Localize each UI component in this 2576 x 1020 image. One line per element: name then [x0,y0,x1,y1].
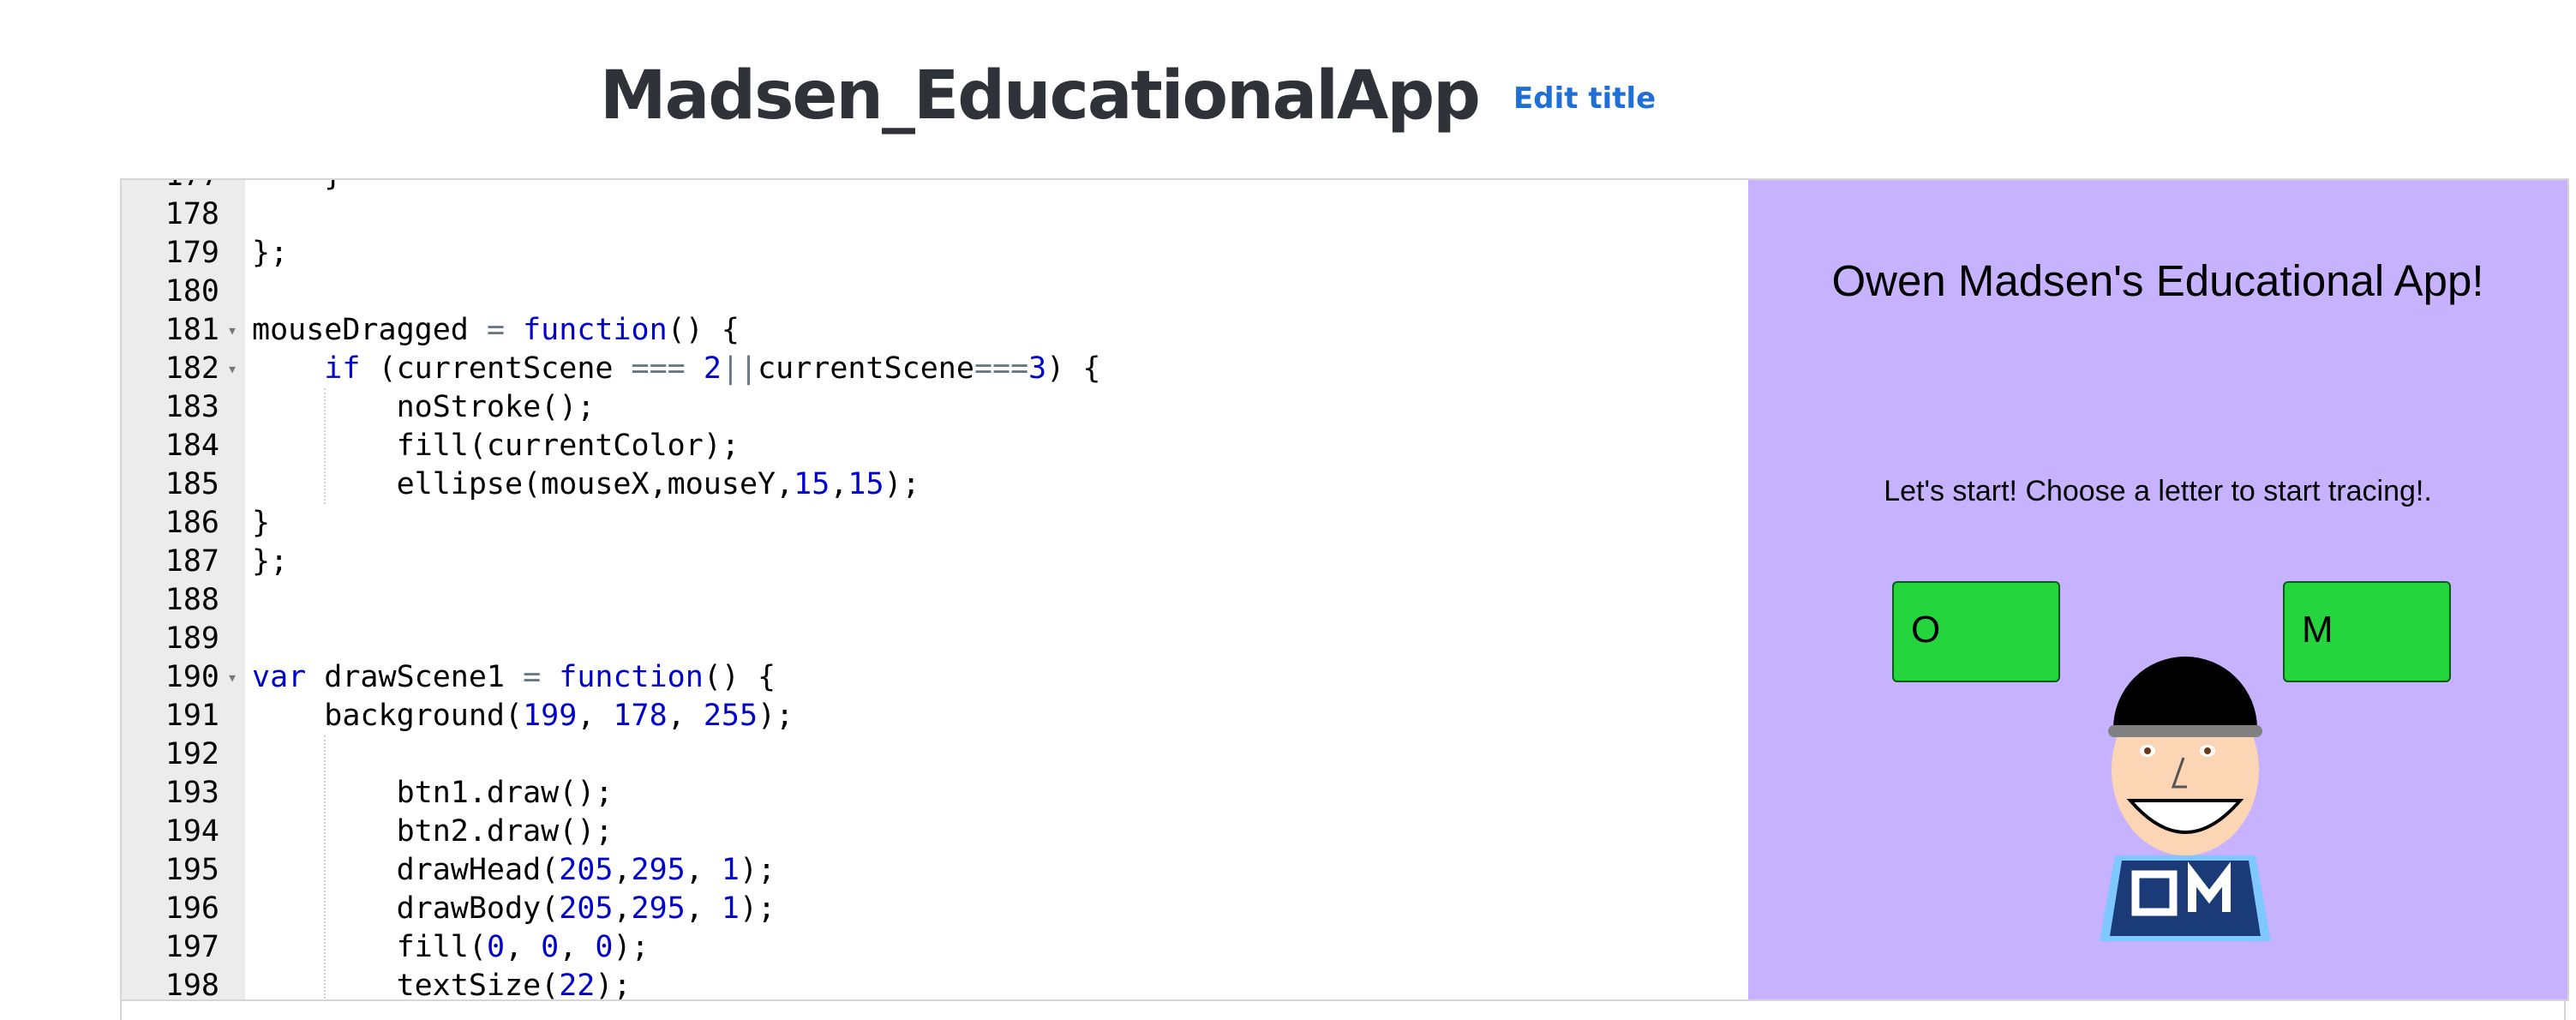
line-number: 191 [165,699,219,733]
line-number: 185 [165,467,219,501]
code-line[interactable]: 195 drawHead(205,295, 1); [122,851,1746,890]
line-number: 188 [165,583,219,617]
code-line[interactable]: 196 drawBody(205,295, 1); [122,890,1746,928]
line-number: 182 [165,351,219,386]
fold-toggle-icon[interactable]: ▾ [223,658,242,697]
line-number: 197 [165,930,219,964]
code-line[interactable]: 189 [122,620,1746,658]
code-text: drawBody(205,295, 1); [252,891,776,926]
code-text: mouseDragged = function() { [252,313,740,347]
line-number: 190 [165,660,219,694]
workspace: 177 }178179};180181▾mouseDragged = funct… [120,178,2569,1001]
line-number: 184 [165,429,219,463]
line-number: 193 [165,776,219,810]
line-number: 194 [165,814,219,849]
app-title: Owen Madsen's Educational App! [1831,256,2484,305]
edit-title-link[interactable]: Edit title [1513,81,1656,116]
line-number: 198 [165,969,219,999]
code-line[interactable]: 181 ▾ mouseDragged = function() { [122,311,1746,350]
code-editor[interactable]: 177 }178179};180181▾mouseDragged = funct… [122,180,1746,999]
code-text: background(199, 178, 255); [252,699,794,733]
program-output-canvas[interactable]: Owen Madsen's Educational App! Let's sta… [1748,180,2567,999]
code-line[interactable]: 183 noStroke(); [122,388,1746,427]
fold-toggle-icon[interactable]: ▾ [223,350,242,388]
letter-m-label: M [2302,609,2333,651]
code-line[interactable]: 191 background(199, 178, 255); [122,697,1746,735]
code-text: textSize(22); [252,969,632,999]
code-line[interactable]: 193 btn1.draw(); [122,774,1746,813]
line-number: 183 [165,390,219,424]
letter-o-label: O [1911,609,1941,651]
code-text: btn1.draw(); [252,776,614,810]
code-line[interactable]: 179}; [122,234,1746,273]
avatar-hat-brim [2108,725,2262,737]
code-text: fill(0, 0, 0); [252,930,650,964]
code-line[interactable]: 185 ellipse(mouseX,mouseY,15,15); [122,465,1746,504]
code-line[interactable]: 178 [122,195,1746,234]
letter-o-button[interactable]: O [1892,581,2060,682]
line-number: 196 [165,891,219,926]
code-lines[interactable]: 177 }178179};180181▾mouseDragged = funct… [122,180,1746,999]
line-number: 177 [122,180,219,195]
code-line[interactable]: 177 } [122,180,1746,195]
code-text: ellipse(mouseX,mouseY,15,15); [252,467,920,501]
code-text: noStroke(); [252,390,596,424]
code-text: } [252,506,271,540]
avatar-character [2100,657,2271,941]
code-line[interactable]: 192 [122,735,1746,774]
title-bar: Madsen_EducationalApp Edit title [600,45,1656,147]
line-number: 189 [165,621,219,656]
line-number: 181 [165,313,219,347]
code-line[interactable]: 184 fill(currentColor); [122,427,1746,465]
code-line[interactable]: 180 [122,273,1746,311]
code-text: var drawScene1 = function() { [252,660,776,694]
code-text: if (currentScene === 2||currentScene===3… [324,351,1101,386]
line-number: 179 [165,236,219,270]
code-line[interactable]: 198 textSize(22); [122,967,1746,999]
line-number: 195 [165,853,219,887]
line-number: 178 [165,197,219,231]
letter-m-button[interactable]: M [2283,581,2451,682]
code-line[interactable]: 197 fill(0, 0, 0); [122,928,1746,967]
code-text: } [252,180,342,195]
code-line[interactable]: 188 [122,581,1746,620]
code-text: btn2.draw(); [252,814,614,849]
app-subtitle: Let's start! Choose a letter to start tr… [1884,475,2432,507]
page-title: Madsen_EducationalApp [600,57,1481,135]
code-text: }; [252,544,289,579]
fold-toggle-icon[interactable]: ▾ [223,311,242,350]
line-number: 186 [165,506,219,540]
code-text: }; [252,236,289,270]
line-number: 192 [165,737,219,771]
code-line[interactable]: 186} [122,504,1746,543]
line-number: 187 [165,544,219,579]
avatar-hat [2113,657,2257,729]
code-line[interactable]: 190 ▾ var drawScene1 = function() { [122,658,1746,697]
code-line[interactable]: 182 ▾ if (currentScene === 2||currentScen… [122,350,1746,388]
code-line[interactable]: 194 btn2.draw(); [122,813,1746,851]
code-text: drawHead(205,295, 1); [252,853,776,887]
line-number: 180 [165,274,219,309]
code-line[interactable]: 187}; [122,543,1746,581]
indent-guide [324,735,326,999]
bottom-panel-edge [120,999,2566,1020]
indent-guide [324,388,326,504]
